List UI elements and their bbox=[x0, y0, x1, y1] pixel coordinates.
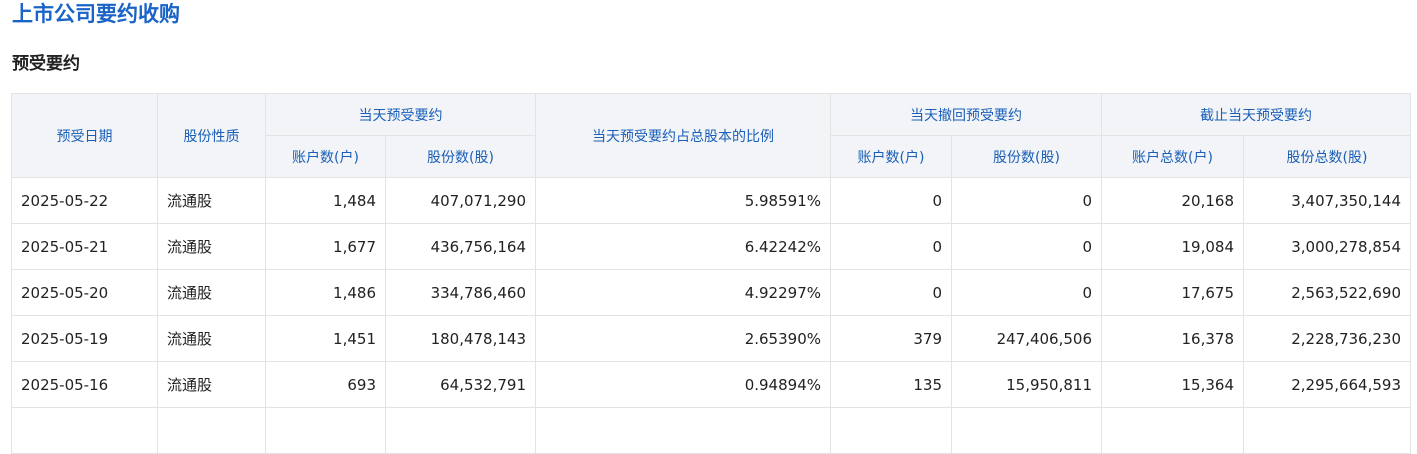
table-row: 2025-05-20 流通股 1,486 334,786,460 4.92297% 0 0 1… bbox=[11, 269, 1411, 316]
cum-accounts-cell: 17,675 bbox=[1101, 269, 1244, 316]
today-accounts-cell: 1,484 bbox=[265, 177, 386, 224]
ratio-cell: 6.42242% bbox=[535, 223, 831, 270]
table-row-partial bbox=[11, 407, 1411, 454]
today-shares-cell: 334,786,460 bbox=[385, 269, 536, 316]
table-row: 2025-05-16 流通股 693 64,532,791 0.94894% 135 15,… bbox=[11, 361, 1411, 408]
cum-shares-cell: 2,563,522,690 bbox=[1243, 269, 1411, 316]
cum-shares-cell: 2,228,736,230 bbox=[1243, 315, 1411, 362]
withdraw-accounts-cell: 0 bbox=[830, 223, 952, 270]
today-accounts-cell: 1,451 bbox=[265, 315, 386, 362]
today-shares-cell: 180,478,143 bbox=[385, 315, 536, 362]
cum-shares-cell: 2,295,664,593 bbox=[1243, 361, 1411, 408]
table-row: 2025-05-19 流通股 1,451 180,478,143 2.65390% 379… bbox=[11, 315, 1411, 362]
today-shares-cell: 407,071,290 bbox=[385, 177, 536, 224]
share-type-cell: 流通股 bbox=[157, 315, 266, 362]
table-row: 2025-05-21 流通股 1,677 436,756,164 6.42242% 0 0 1… bbox=[11, 223, 1411, 270]
today-accounts-cell: 693 bbox=[265, 361, 386, 408]
cum-accounts-cell: 15,364 bbox=[1101, 361, 1244, 408]
today-shares-cell: 64,532,791 bbox=[385, 361, 536, 408]
tender-offer-table: 预受日期 股份性质 当天预受要约 当天预受要约占总股本的比例 当天撤回预受要约 … bbox=[11, 93, 1411, 454]
header-group-cumulative: 截止当天预受要约 bbox=[1101, 93, 1411, 136]
cum-accounts-cell: 16,378 bbox=[1101, 315, 1244, 362]
withdraw-shares-cell: 0 bbox=[951, 177, 1102, 224]
header-withdraw-shares: 股份数(股) bbox=[951, 135, 1102, 178]
header-cum-shares: 股份总数(股) bbox=[1243, 135, 1411, 178]
header-group-withdraw: 当天撤回预受要约 bbox=[830, 93, 1102, 136]
today-shares-cell: 436,756,164 bbox=[385, 223, 536, 270]
header-ratio: 当天预受要约占总股本的比例 bbox=[535, 93, 831, 178]
share-type-cell: 流通股 bbox=[157, 361, 266, 408]
share-type-cell: 流通股 bbox=[157, 269, 266, 316]
withdraw-shares-cell: 0 bbox=[951, 223, 1102, 270]
date-cell: 2025-05-22 bbox=[11, 177, 158, 224]
date-cell: 2025-05-20 bbox=[11, 269, 158, 316]
header-group-today: 当天预受要约 bbox=[265, 93, 536, 136]
withdraw-shares-cell: 15,950,811 bbox=[951, 361, 1102, 408]
cum-accounts-cell: 19,084 bbox=[1101, 223, 1244, 270]
header-cum-accounts: 账户总数(户) bbox=[1101, 135, 1244, 178]
cum-shares-cell: 3,407,350,144 bbox=[1243, 177, 1411, 224]
ratio-cell: 0.94894% bbox=[535, 361, 831, 408]
date-cell: 2025-05-21 bbox=[11, 223, 158, 270]
section-title: 预受要约 bbox=[12, 54, 80, 74]
share-type-cell: 流通股 bbox=[157, 223, 266, 270]
header-today-shares: 股份数(股) bbox=[385, 135, 536, 178]
withdraw-accounts-cell: 379 bbox=[830, 315, 952, 362]
date-cell: 2025-05-19 bbox=[11, 315, 158, 362]
withdraw-shares-cell: 247,406,506 bbox=[951, 315, 1102, 362]
withdraw-accounts-cell: 135 bbox=[830, 361, 952, 408]
date-cell: 2025-05-16 bbox=[11, 361, 158, 408]
ratio-cell: 5.98591% bbox=[535, 177, 831, 224]
header-share-type: 股份性质 bbox=[157, 93, 266, 178]
share-type-cell: 流通股 bbox=[157, 177, 266, 224]
ratio-cell: 2.65390% bbox=[535, 315, 831, 362]
today-accounts-cell: 1,677 bbox=[265, 223, 386, 270]
withdraw-accounts-cell: 0 bbox=[830, 177, 952, 224]
today-accounts-cell: 1,486 bbox=[265, 269, 386, 316]
header-date: 预受日期 bbox=[11, 93, 158, 178]
page-title: 上市公司要约收购 bbox=[12, 2, 180, 26]
cum-accounts-cell: 20,168 bbox=[1101, 177, 1244, 224]
withdraw-accounts-cell: 0 bbox=[830, 269, 952, 316]
withdraw-shares-cell: 0 bbox=[951, 269, 1102, 316]
cum-shares-cell: 3,000,278,854 bbox=[1243, 223, 1411, 270]
ratio-cell: 4.92297% bbox=[535, 269, 831, 316]
header-today-accounts: 账户数(户) bbox=[265, 135, 386, 178]
table-row: 2025-05-22 流通股 1,484 407,071,290 5.98591% 0 0 2… bbox=[11, 177, 1411, 224]
header-withdraw-accounts: 账户数(户) bbox=[830, 135, 952, 178]
table-body: 2025-05-22 流通股 1,484 407,071,290 5.98591% 0 0 2… bbox=[11, 177, 1411, 454]
